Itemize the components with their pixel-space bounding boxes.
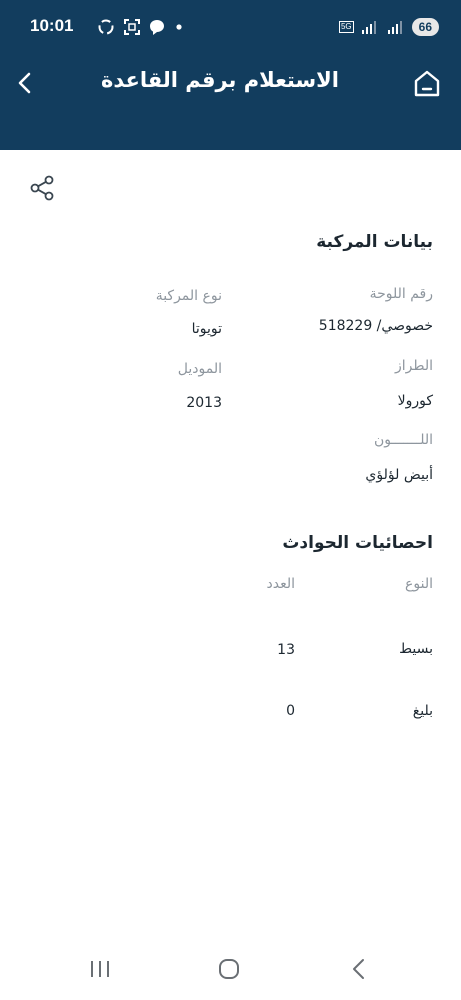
app-header: 10:01 5G 66 الاستعلام برقم القاعدة bbox=[0, 0, 461, 150]
accident-row-count: 13 bbox=[277, 642, 295, 658]
color-label: اللـــــــون bbox=[373, 432, 433, 448]
accident-row-type: بسيط bbox=[399, 641, 433, 657]
battery-indicator: 66 bbox=[411, 18, 439, 36]
nav-home-icon bbox=[219, 959, 239, 979]
accident-count-header: العدد bbox=[266, 576, 296, 592]
sync-icon bbox=[98, 19, 114, 35]
plate-label: رقم اللوحة bbox=[369, 286, 433, 302]
model-label: الموديل bbox=[177, 361, 222, 377]
notification-icons bbox=[96, 16, 186, 38]
system-nav-bar bbox=[0, 940, 461, 1000]
chevron-left-icon bbox=[18, 72, 31, 94]
home-icon bbox=[414, 70, 440, 97]
screenshot-icon bbox=[124, 19, 140, 35]
vehicle-section-title: بيانات المركبة bbox=[316, 232, 433, 252]
nav-home-button[interactable] bbox=[217, 957, 241, 981]
vehicle-type-value: تويوتا bbox=[191, 321, 222, 337]
title-row: الاستعلام برقم القاعدة bbox=[0, 60, 461, 106]
signal-icon-2 bbox=[387, 21, 402, 34]
accident-row-type: بليغ bbox=[412, 703, 433, 719]
signal-icon bbox=[361, 21, 376, 34]
chat-bubble-icon bbox=[150, 20, 164, 35]
accident-type-header: النوع bbox=[405, 576, 433, 592]
home-button[interactable] bbox=[411, 66, 443, 100]
share-button[interactable] bbox=[28, 174, 56, 202]
system-icons: 5G 66 bbox=[338, 16, 439, 38]
share-icon bbox=[30, 175, 54, 201]
dot-icon bbox=[176, 24, 182, 30]
nav-back-icon bbox=[353, 959, 364, 979]
brand-label: الطراز bbox=[394, 358, 433, 374]
recent-apps-button[interactable] bbox=[88, 958, 112, 980]
color-value: أبيض لؤلؤي bbox=[365, 467, 433, 483]
model-value: 2013 bbox=[186, 395, 222, 411]
accidents-section-title: احصائيات الحوادث bbox=[282, 533, 433, 553]
vehicle-type-label: نوع المركبة bbox=[155, 288, 222, 304]
accident-row-count: 0 bbox=[286, 703, 295, 719]
back-button[interactable] bbox=[10, 66, 40, 100]
status-bar: 10:01 5G 66 bbox=[0, 0, 461, 56]
recent-apps-icon bbox=[91, 961, 109, 977]
status-time: 10:01 bbox=[30, 16, 74, 35]
page-title: الاستعلام برقم القاعدة bbox=[101, 68, 339, 92]
nav-back-button[interactable] bbox=[348, 957, 370, 981]
plate-value: خصوصي/ 518229 bbox=[318, 318, 433, 334]
network-type: 5G bbox=[338, 21, 354, 33]
brand-value: كورولا bbox=[397, 393, 433, 409]
